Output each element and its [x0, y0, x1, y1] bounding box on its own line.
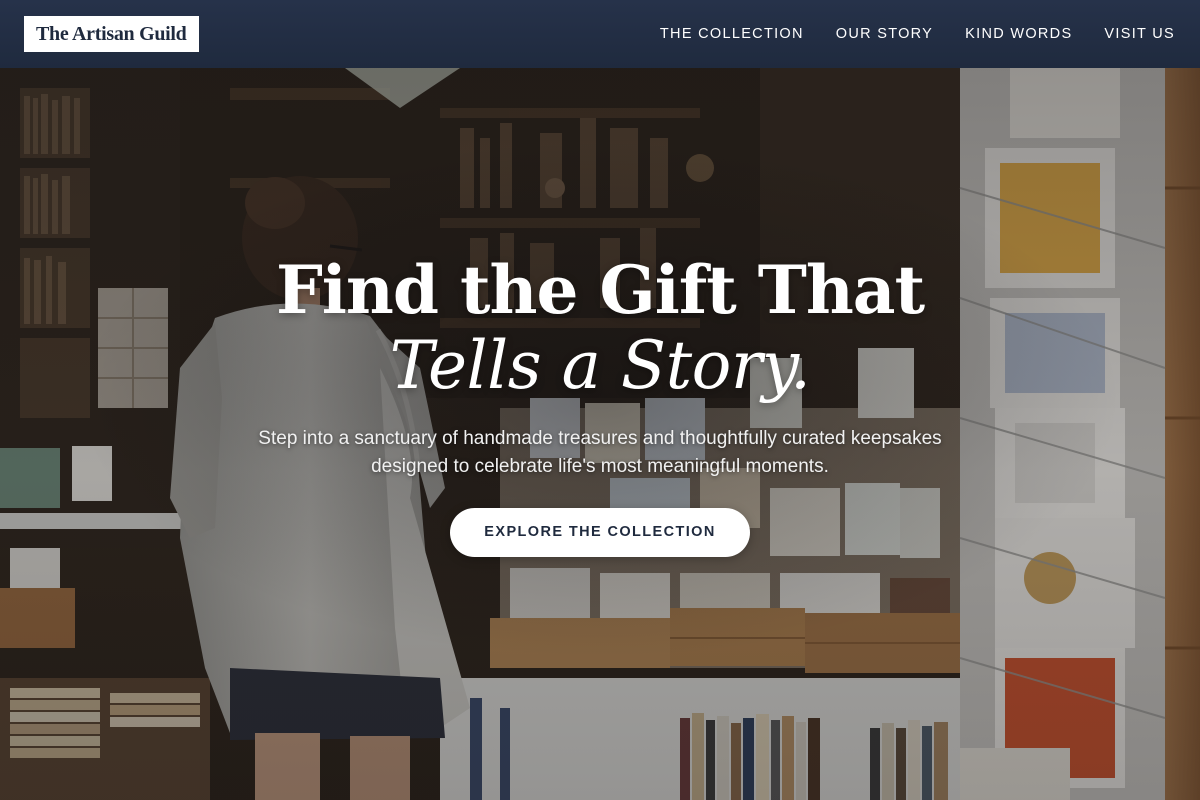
site-header: The Artisan Guild THE COLLECTION OUR STO… — [0, 0, 1200, 68]
hero-headline-line1: Find the Gift That — [275, 251, 925, 329]
hero-section: Find the Gift That Tells a Story. Step i… — [0, 68, 1200, 800]
nav-link-kind-words[interactable]: KIND WORDS — [965, 24, 1072, 44]
nav-link-our-story[interactable]: OUR STORY — [836, 24, 933, 44]
explore-collection-button[interactable]: EXPLORE THE COLLECTION — [450, 508, 750, 557]
page: The Artisan Guild THE COLLECTION OUR STO… — [0, 0, 1200, 800]
nav-link-visit-us[interactable]: VISIT US — [1104, 24, 1175, 44]
hero-subtitle: Step into a sanctuary of handmade treasu… — [258, 428, 942, 477]
hero-headline-line2: Tells a Story. — [389, 327, 811, 404]
main-nav: THE COLLECTION OUR STORY KIND WORDS VISI… — [660, 24, 1175, 44]
nav-link-collection[interactable]: THE COLLECTION — [660, 24, 804, 44]
site-logo[interactable]: The Artisan Guild — [24, 16, 199, 52]
